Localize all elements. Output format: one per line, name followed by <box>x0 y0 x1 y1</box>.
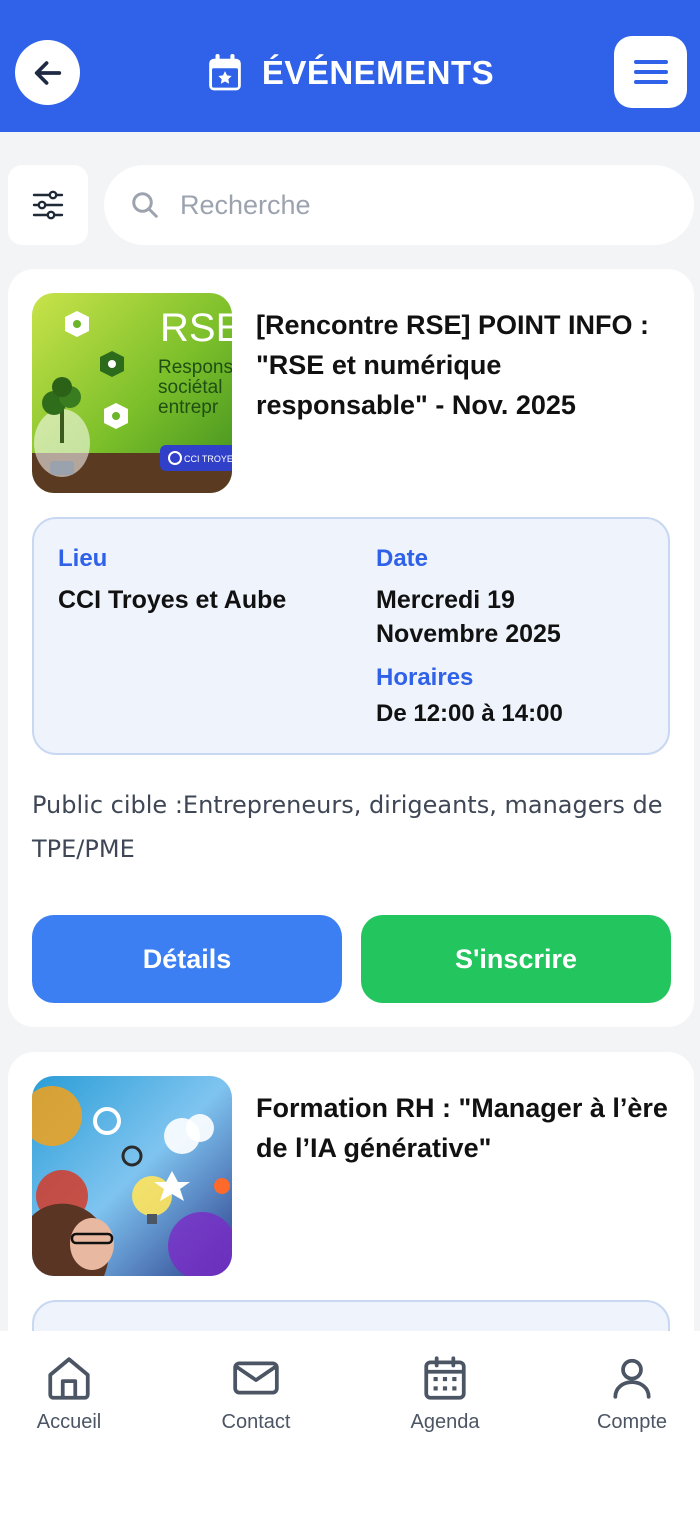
user-icon <box>613 1358 651 1399</box>
details-button[interactable]: Détails <box>32 915 342 1003</box>
nav-item-compte[interactable]: Compte <box>572 1353 692 1443</box>
rse-headline: RSE <box>160 306 232 350</box>
search-icon <box>132 192 158 218</box>
date-value: Mercredi 19 Novembre 2025 <box>376 586 561 648</box>
nav-label-accueil: Accueil <box>36 1411 102 1433</box>
page-title: ÉVÉNEMENTS <box>261 54 495 91</box>
rse-line-3: entrepr <box>158 397 219 418</box>
home-icon <box>48 1357 90 1400</box>
search-bar[interactable] <box>104 165 694 245</box>
header-title-group: ÉVÉNEMENTS <box>0 48 700 98</box>
calendar-star-icon <box>208 54 241 91</box>
rse-illustration: RSE Respons sociétal entrepr CCI TROYE <box>32 293 232 493</box>
nav-item-contact[interactable]: Contact <box>196 1353 316 1443</box>
event-title[interactable]: [Rencontre RSE] POINT INFO : "RSE et num… <box>256 305 676 425</box>
cci-badge: CCI TROYE <box>184 454 232 464</box>
lieu-label: Lieu <box>58 545 108 572</box>
nav-item-accueil[interactable]: Accueil <box>9 1353 129 1443</box>
ai-illustration <box>32 1076 232 1276</box>
bottom-navigation: Accueil Contact Agenda Compte <box>0 1331 700 1515</box>
horaires-value: De 12:00 à 14:00 <box>376 700 563 727</box>
horaires-label: Horaires <box>376 664 474 691</box>
filter-button[interactable] <box>8 165 88 245</box>
rse-line-1: Respons <box>158 357 232 378</box>
nav-label-agenda: Agenda <box>410 1411 480 1433</box>
event-audience: Public cible :Entrepreneurs, dirigeants,… <box>32 791 663 863</box>
menu-button[interactable] <box>614 36 687 108</box>
sliders-icon <box>32 190 64 220</box>
mail-icon <box>233 1361 279 1395</box>
event-image[interactable] <box>32 1076 232 1276</box>
events-screen: ÉVÉNEMENTS Recherche RSE Respons sociéta… <box>0 0 700 1515</box>
date-label: Date <box>376 545 429 572</box>
rse-line-2: sociétal <box>158 377 222 398</box>
lieu-value: CCI Troyes et Aube <box>58 586 287 614</box>
search-input[interactable] <box>180 189 640 221</box>
register-button[interactable]: S'inscrire <box>361 915 671 1003</box>
nav-label-compte: Compte <box>596 1411 668 1433</box>
event-info-box: Lieu CCI Troyes et Aube Date Mercredi 19… <box>32 517 670 755</box>
event-image[interactable]: RSE Respons sociétal entrepr CCI TROYE <box>32 293 232 493</box>
hamburger-icon <box>633 60 668 84</box>
app-header: ÉVÉNEMENTS <box>0 0 700 132</box>
nav-item-agenda[interactable]: Agenda <box>385 1353 505 1443</box>
event-title[interactable]: Formation RH : "Manager à l’ère de l’IA … <box>256 1088 676 1168</box>
event-card: RSE Respons sociétal entrepr CCI TROYE [… <box>8 269 694 1027</box>
nav-label-contact: Contact <box>221 1411 291 1433</box>
calendar-icon <box>424 1356 466 1400</box>
